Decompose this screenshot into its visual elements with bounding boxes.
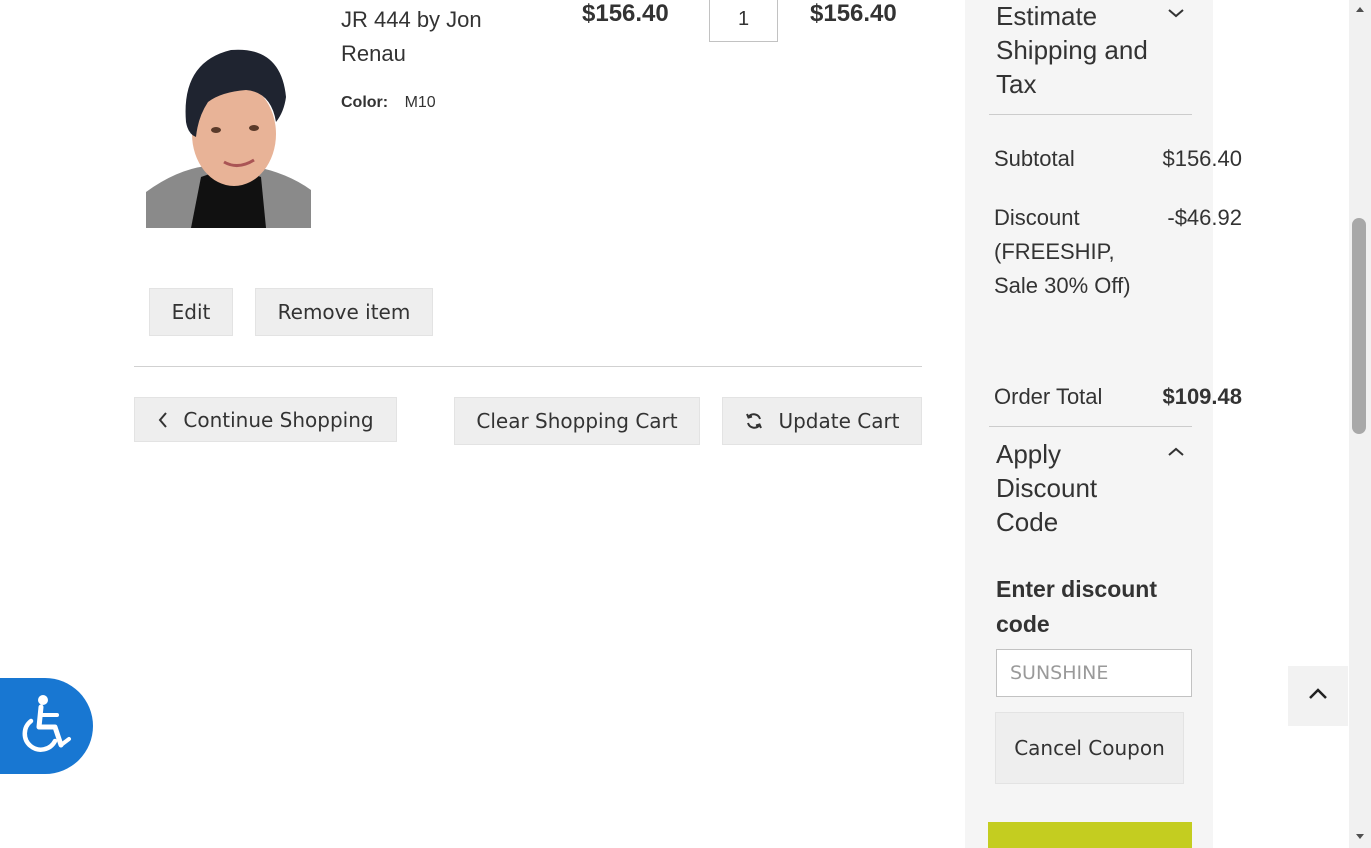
- order-total-value: $109.48: [1162, 384, 1242, 409]
- chevron-up-icon: [1307, 687, 1329, 706]
- cart-divider: [134, 366, 922, 367]
- summary-divider: [989, 426, 1192, 427]
- quantity-input[interactable]: 1: [709, 0, 778, 42]
- discount-value: -$46.92: [1167, 205, 1242, 230]
- discount-label: Discount (FREESHIP, Sale 30% Off): [994, 205, 1131, 298]
- discount-code-input[interactable]: SUNSHINE: [996, 649, 1192, 697]
- option-label: Color:: [341, 94, 389, 111]
- apply-discount-heading[interactable]: Apply Discount Code: [996, 437, 1166, 539]
- unit-price: $156.40: [582, 0, 669, 27]
- scrollbar-thumb[interactable]: [1352, 218, 1366, 434]
- discount-code-label: Enter discount code: [996, 576, 1158, 637]
- checkout-button[interactable]: [988, 822, 1192, 848]
- wheelchair-icon: [17, 693, 73, 760]
- option-value: M10: [404, 94, 436, 111]
- edit-button[interactable]: Edit: [149, 288, 233, 336]
- accessibility-button[interactable]: [0, 678, 93, 774]
- clear-cart-button[interactable]: Clear Shopping Cart: [454, 397, 700, 445]
- subtotal-value: $156.40: [1162, 146, 1242, 171]
- continue-shopping-button[interactable]: Continue Shopping: [134, 397, 397, 442]
- back-to-top-button[interactable]: [1288, 666, 1348, 726]
- continue-shopping-label: Continue Shopping: [183, 407, 374, 432]
- update-cart-button[interactable]: Update Cart: [722, 397, 922, 445]
- remove-item-button[interactable]: Remove item: [255, 288, 433, 336]
- product-option: Color: M10: [341, 94, 436, 112]
- chevron-up-icon[interactable]: [1166, 445, 1186, 464]
- scroll-down-icon[interactable]: [1352, 830, 1368, 844]
- estimate-shipping-heading[interactable]: Estimate Shipping and Tax: [996, 0, 1166, 101]
- chevron-down-icon[interactable]: [1166, 6, 1186, 25]
- refresh-icon: [744, 411, 764, 431]
- product-name[interactable]: JR 444 by Jon Renau: [341, 3, 541, 71]
- scroll-up-icon[interactable]: [1352, 2, 1368, 16]
- cancel-coupon-button[interactable]: Cancel Coupon: [995, 712, 1184, 784]
- subtotal-label: Subtotal: [994, 146, 1075, 171]
- update-cart-label: Update Cart: [778, 409, 900, 433]
- row-subtotal: $156.40: [810, 0, 897, 27]
- chevron-left-icon: [157, 411, 169, 429]
- summary-divider: [989, 114, 1192, 115]
- product-image[interactable]: [146, 42, 311, 228]
- order-total-label: Order Total: [994, 384, 1103, 409]
